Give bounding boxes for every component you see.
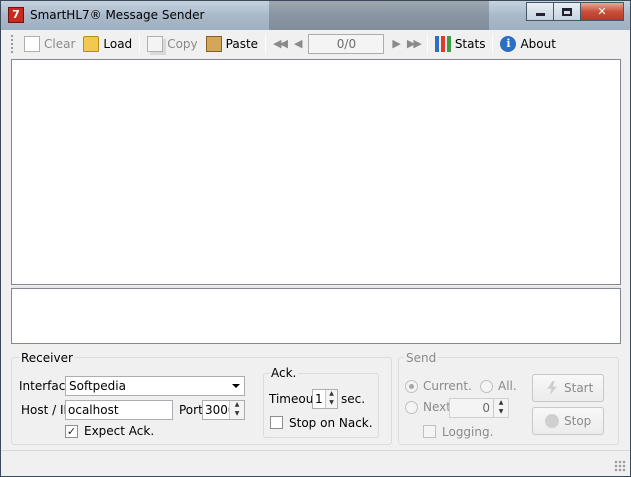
timeout-stepper[interactable]: 1 ▲ ▼ <box>312 389 338 409</box>
stats-button[interactable]: Stats <box>431 33 490 55</box>
stop-label: Stop <box>564 414 592 428</box>
stop-icon <box>545 414 559 428</box>
chevron-down-icon <box>232 384 240 388</box>
port-stepper[interactable]: 3000 ▲ ▼ <box>202 400 245 420</box>
spin-up-icon[interactable]: ▲ <box>230 401 244 410</box>
host-label: Host / IP <box>21 403 71 417</box>
first-message-icon[interactable]: ◀◀ <box>269 37 290 50</box>
start-button[interactable]: Start <box>532 374 604 402</box>
toolbar: Clear Load Copy Paste ◀◀ ◀ 0/0 ▶ ▶▶ Stat… <box>5 31 626 56</box>
next-value: 0 <box>482 401 490 415</box>
spin-down-icon[interactable]: ▼ <box>230 410 244 419</box>
resize-grip-icon[interactable] <box>614 460 626 472</box>
spin-up-icon[interactable]: ▲ <box>326 390 337 399</box>
watermark-logo <box>269 1 489 30</box>
message-counter: 0/0 <box>308 33 385 54</box>
timeout-value: 1 <box>315 392 323 406</box>
paste-button[interactable]: Paste <box>202 33 262 55</box>
info-icon: i <box>500 35 517 52</box>
app-icon[interactable]: 7 <box>8 7 24 23</box>
maximize-button[interactable] <box>553 2 580 21</box>
status-bar <box>1 450 630 476</box>
stop-on-nack-label: Stop on Nack. <box>289 416 373 430</box>
toolbar-separator <box>139 34 141 53</box>
timeout-spin-buttons[interactable]: ▲ ▼ <box>325 390 337 408</box>
spin-up-icon[interactable]: ▲ <box>494 399 508 408</box>
about-button[interactable]: i About <box>496 33 559 55</box>
toolbar-grip[interactable] <box>11 34 14 53</box>
last-message-icon[interactable]: ▶▶ <box>403 37 424 50</box>
copy-button[interactable]: Copy <box>143 33 201 55</box>
stop-button[interactable]: Stop <box>532 407 604 435</box>
current-label: Current. <box>423 379 472 393</box>
start-label: Start <box>564 381 594 395</box>
title-bar[interactable]: 7 SmartHL7® Message Sender ✕ <box>1 1 630 30</box>
timeout-unit-label: sec. <box>341 392 366 406</box>
interface-select[interactable]: Softpedia <box>65 376 245 396</box>
lightning-icon <box>547 381 557 395</box>
expect-ack-label: Expect Ack. <box>84 424 155 438</box>
ack-text-area[interactable] <box>11 288 621 344</box>
message-text-area[interactable] <box>11 59 621 285</box>
toolbar-separator <box>426 34 428 53</box>
host-input[interactable]: ocalhost <box>65 400 173 420</box>
stats-label: Stats <box>454 36 486 51</box>
toolbar-separator <box>492 34 494 53</box>
about-label: About <box>520 36 556 51</box>
next-message-icon[interactable]: ▶ <box>388 37 402 50</box>
port-label: Port <box>179 403 203 417</box>
window-title: SmartHL7® Message Sender <box>30 8 205 22</box>
load-label: Load <box>103 36 133 51</box>
minimize-button[interactable] <box>526 2 553 21</box>
clear-button[interactable]: Clear <box>20 33 79 55</box>
clipboard-icon <box>205 35 222 52</box>
spin-down-icon[interactable]: ▼ <box>494 408 508 417</box>
copy-label: Copy <box>167 36 198 51</box>
timeout-label: Timeout <box>269 392 319 406</box>
next-label: Next <box>423 400 451 414</box>
next-spin-buttons[interactable]: ▲ ▼ <box>493 399 508 417</box>
all-label: All. <box>498 379 517 393</box>
receiver-group-label: Receiver <box>19 351 75 365</box>
send-group-label: Send <box>404 351 439 365</box>
app-window: 7 SmartHL7® Message Sender ✕ Clear Load … <box>0 0 631 477</box>
logging-label: Logging. <box>442 425 494 439</box>
load-button[interactable]: Load <box>79 33 136 55</box>
next-stepper[interactable]: 0 ▲ ▼ <box>449 398 509 418</box>
maximize-icon <box>562 7 572 16</box>
close-button[interactable]: ✕ <box>580 2 624 21</box>
port-spin-buttons[interactable]: ▲ ▼ <box>229 401 244 419</box>
logging-checkbox[interactable] <box>423 425 436 438</box>
caption-buttons: ✕ <box>526 2 624 21</box>
stop-on-nack-checkbox[interactable] <box>270 416 283 429</box>
ack-group-label: Ack. <box>269 366 299 380</box>
expect-ack-checkbox[interactable]: ✓ <box>65 425 78 438</box>
copy-icon <box>147 35 164 52</box>
document-icon <box>24 35 40 52</box>
folder-icon <box>83 35 100 52</box>
close-icon: ✕ <box>597 5 607 18</box>
previous-message-icon[interactable]: ◀ <box>290 37 304 50</box>
minimize-icon <box>535 13 545 16</box>
next-radio[interactable] <box>405 401 418 414</box>
spin-down-icon[interactable]: ▼ <box>326 399 337 408</box>
toolbar-separator <box>265 34 267 53</box>
current-radio[interactable] <box>405 380 418 393</box>
clear-label: Clear <box>44 36 76 51</box>
paste-label: Paste <box>225 36 259 51</box>
all-radio[interactable] <box>480 380 493 393</box>
interface-value: Softpedia <box>69 379 126 393</box>
bar-chart-icon <box>434 35 451 52</box>
